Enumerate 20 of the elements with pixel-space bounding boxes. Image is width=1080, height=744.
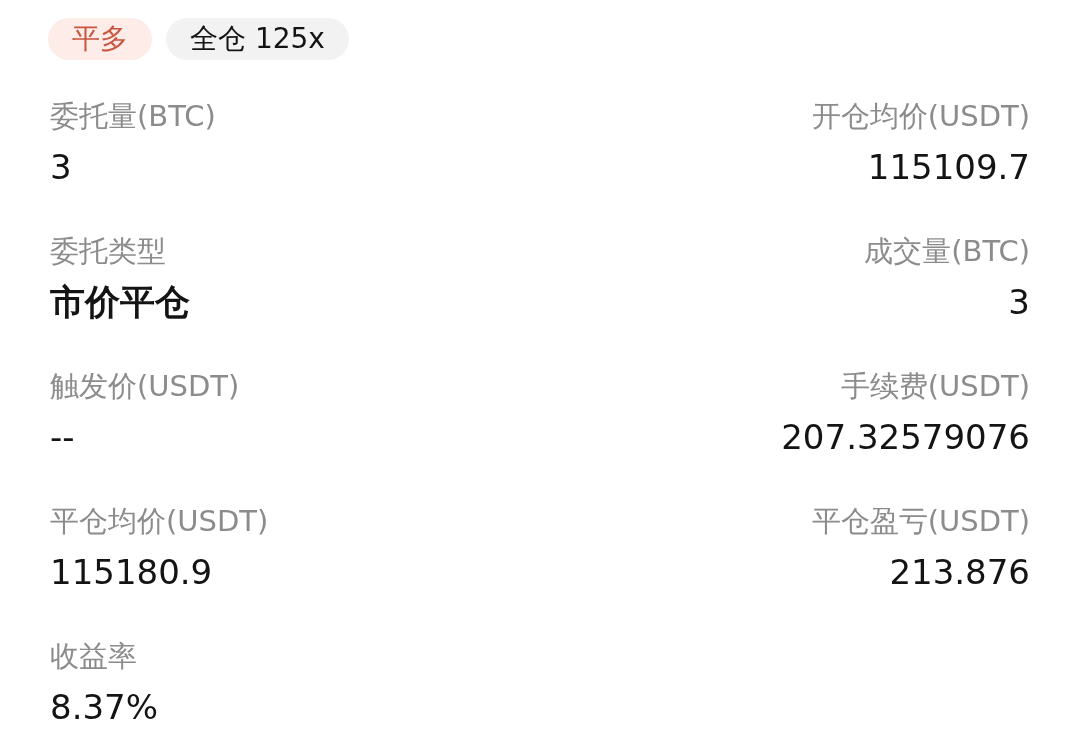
field-label: 开仓均价(USDT) xyxy=(811,98,1030,134)
field-label: 触发价(USDT) xyxy=(50,368,240,404)
field-value: 3 xyxy=(1008,281,1030,324)
field-value: 115180.9 xyxy=(50,551,213,594)
field-label: 平仓均价(USDT) xyxy=(50,503,269,539)
field-value: 213.876 xyxy=(889,551,1030,594)
field-value: 8.37% xyxy=(50,686,158,729)
tag-label: 全仓 125x xyxy=(166,18,349,60)
field-value: 市价平仓 xyxy=(50,281,190,324)
field-value: 207.32579076 xyxy=(781,416,1030,459)
field-label: 手续费(USDT) xyxy=(840,368,1030,404)
field-value: 3 xyxy=(50,146,72,189)
field-label: 平仓盈亏(USDT) xyxy=(811,503,1030,539)
field-label: 委托类型 xyxy=(50,233,166,269)
tag-label: 平多 xyxy=(48,18,152,60)
field-value: -- xyxy=(50,416,75,459)
field-label: 委托量(BTC) xyxy=(50,98,216,134)
field-label: 成交量(BTC) xyxy=(864,233,1030,269)
field-label: 收益率 xyxy=(50,638,137,674)
field-value: 115109.7 xyxy=(867,146,1030,189)
